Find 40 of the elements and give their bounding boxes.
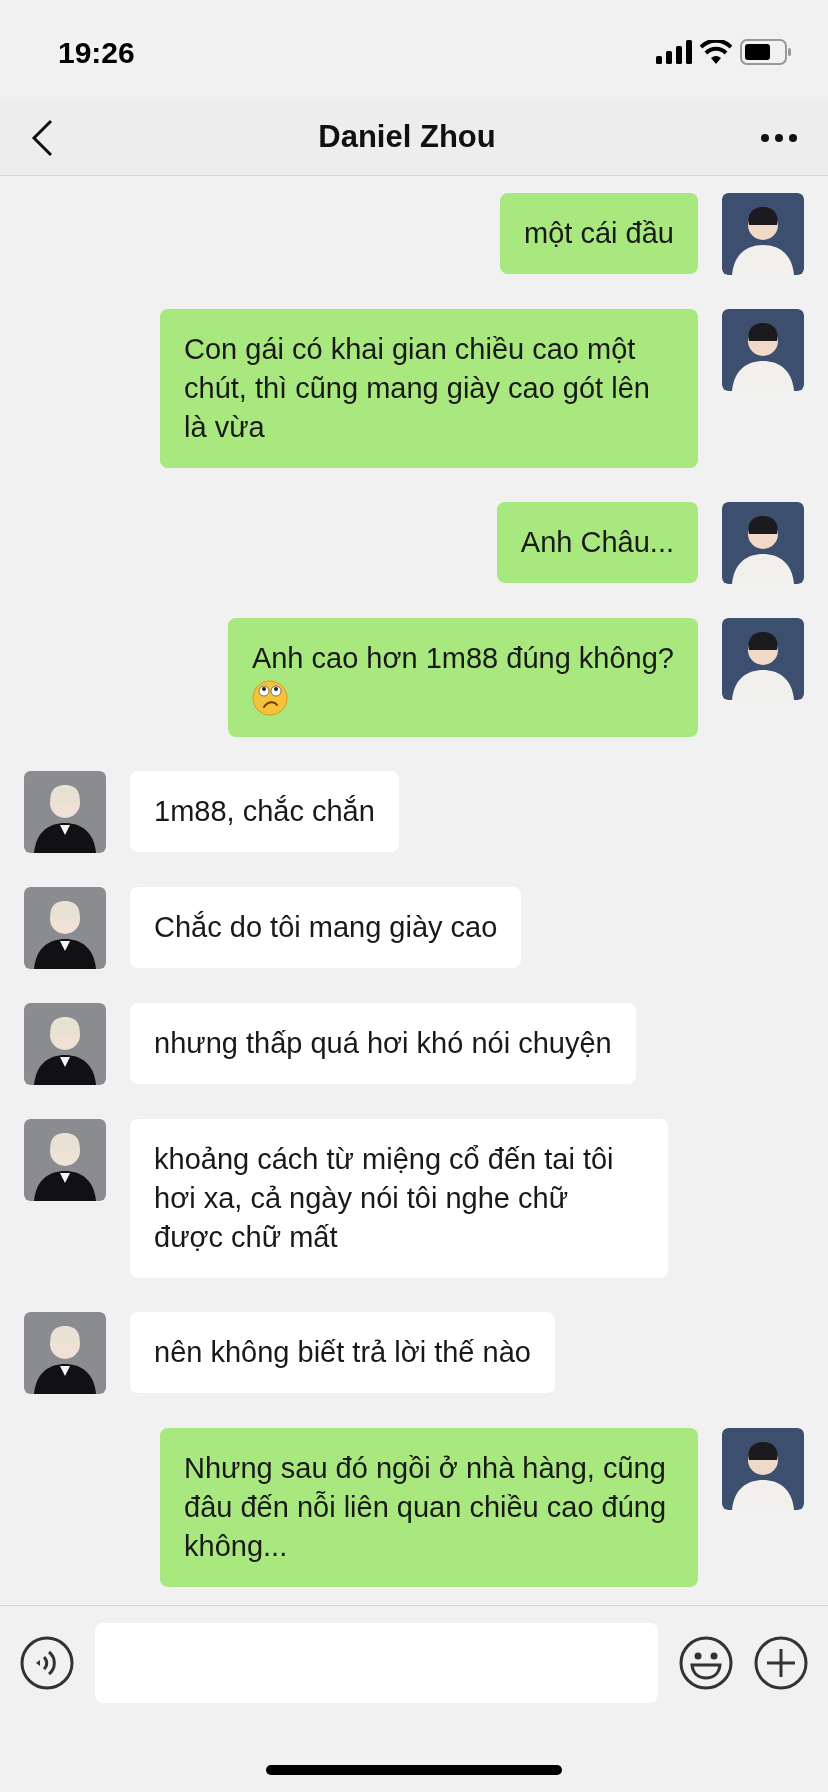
message-text: Con gái có khai gian chiều cao một chút, thì cũng mang giày cao gót lên là vừa — [184, 332, 651, 445]
more-icon[interactable] — [760, 132, 798, 143]
avatar[interactable] — [722, 1428, 804, 1510]
message-text: Chắc do tôi mang giày cao — [154, 910, 498, 945]
avatar[interactable] — [24, 887, 106, 969]
avatar[interactable] — [24, 1003, 106, 1085]
back-icon[interactable] — [30, 118, 54, 157]
message-bubble[interactable]: Con gái có khai gian chiều cao một chút, thì cũng mang giày cao gót lên là vừa — [160, 309, 698, 468]
message-bubble[interactable]: nhưng thấp quá hơi khó nói chuyện — [130, 1003, 636, 1084]
voice-icon[interactable] — [20, 1636, 74, 1690]
avatar[interactable] — [722, 618, 804, 700]
message-bubble[interactable]: Chắc do tôi mang giày cao — [130, 887, 522, 968]
status-time: 19:26 — [58, 34, 135, 71]
chat-title: Daniel Zhou — [318, 118, 496, 157]
message-text: nên không biết trả lời thế nào — [154, 1335, 531, 1370]
message-bubble[interactable]: Anh Châu... — [496, 502, 698, 583]
message-text: 1m88, chắc chắn — [154, 794, 375, 829]
message-bubble[interactable]: Nhưng sau đó ngồi ở nhà hàng, cũng đâu đến nỗi liên quan chiều cao đúng không... — [160, 1428, 698, 1587]
battery-icon — [740, 39, 792, 65]
wifi-icon — [700, 40, 732, 64]
message-bubble[interactable]: khoảng cách từ miệng cổ đến tai tôi hơi xa, cả ngày nói tôi nghe chữ được chữ mất — [130, 1119, 668, 1278]
message-bubble[interactable]: Anh cao hơn 1m88 đúng không? — [227, 618, 698, 737]
avatar[interactable] — [722, 309, 804, 391]
message-bubble[interactable]: nên không biết trả lời thế nào — [130, 1312, 555, 1393]
avatar[interactable] — [24, 771, 106, 853]
message-text: Nhưng sau đó ngồi ở nhà hàng, cũng đâu đến nỗi liên quan chiều cao đúng không... — [184, 1451, 668, 1564]
avatar[interactable] — [722, 502, 804, 584]
message-bubble[interactable]: 1m88, chắc chắn — [130, 771, 399, 852]
message-text: Anh Châu... — [520, 525, 674, 560]
avatar[interactable] — [24, 1312, 106, 1394]
message-text: một cái đầu — [524, 216, 674, 251]
add-icon[interactable] — [754, 1636, 808, 1690]
message-text: khoảng cách từ miệng cổ đến tai tôi hơi xa, cả ngày nói tôi nghe chữ được chữ mất — [154, 1142, 615, 1255]
signal-icon — [656, 40, 692, 64]
avatar[interactable] — [722, 193, 804, 275]
avatar[interactable] — [24, 1119, 106, 1201]
message-bubble[interactable]: một cái đầu — [500, 193, 698, 274]
message-text: Anh cao hơn 1m88 đúng không? — [251, 641, 674, 676]
emoji-icon[interactable] — [679, 1636, 733, 1690]
message-text: nhưng thấp quá hơi khó nói chuyện — [154, 1026, 612, 1061]
